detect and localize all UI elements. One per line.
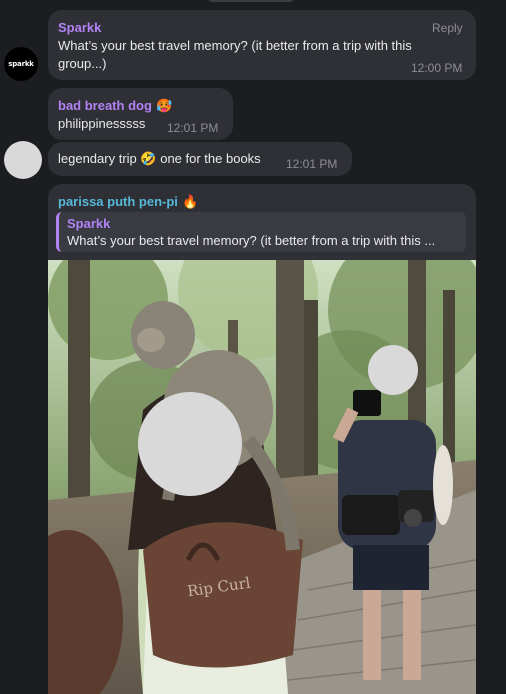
message-text-end: one for the books [160,151,261,166]
fire-emoji-icon: 🔥 [182,194,199,209]
sender-name[interactable]: parissa puth pen-pi [58,194,178,209]
hot-face-emoji-icon: 🥵 [156,98,173,113]
sender-name[interactable]: bad breath dog [58,98,152,113]
message-text-start: legendary trip [58,151,137,166]
message-text: legendary trip 🤣 one for the books [58,150,261,168]
message-time: 12:00 PM [411,61,463,75]
reply-button[interactable]: Reply [432,21,463,35]
sender-row: parissa puth pen-pi 🔥 [58,193,199,211]
sender-name[interactable]: Sparkk [58,20,101,35]
message-time: 12:01 PM [167,121,219,135]
previous-message-edge [208,0,294,2]
message-text-line-2: group...) [58,56,107,71]
shared-photo[interactable]: Rip Curl [48,260,476,694]
sender-row: bad breath dog 🥵 [58,97,173,115]
message-time: 12:01 PM [286,157,338,171]
message-bubble-legendary-trip[interactable]: legendary trip 🤣 one for the books 12:01… [48,142,352,176]
message-bubble-sparkk[interactable]: Sparkk Reply What’s your best travel mem… [48,10,476,80]
photo-monkey-on-head: Rip Curl [48,260,476,694]
message-bubble-bad-breath-dog[interactable]: bad breath dog 🥵 philippinesssss 12:01 P… [48,88,233,140]
quoted-reply[interactable]: Sparkk What’s your best travel memory? (… [56,212,466,252]
rofl-emoji-icon: 🤣 [140,151,157,166]
sparkk-avatar[interactable]: sparkk [4,47,38,81]
message-text: philippinesssss [58,116,146,131]
quoted-sender: Sparkk [67,216,111,231]
message-text-line-1: What’s your best travel memory? (it bett… [58,38,412,53]
avatar-logo-text: sparkk [8,60,34,68]
quoted-text: What’s your best travel memory? (it bett… [67,233,436,248]
user-avatar-placeholder[interactable] [4,141,42,179]
message-bubble-parissa[interactable]: parissa puth pen-pi 🔥 Sparkk What’s your… [48,184,476,694]
